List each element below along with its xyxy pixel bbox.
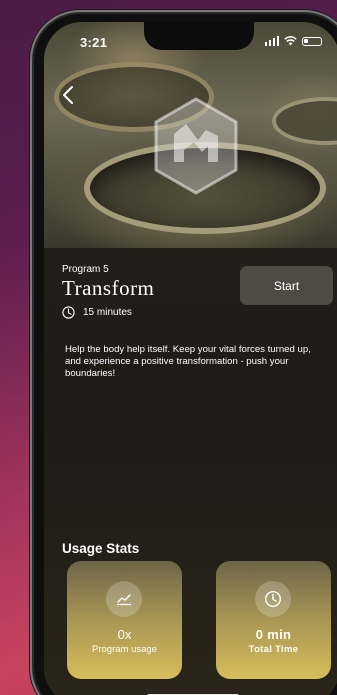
clock-icon: [255, 581, 291, 617]
total-time-label: Total Time: [248, 644, 299, 655]
battery-icon: [302, 36, 322, 46]
program-usage-card: 0x Program usage: [67, 561, 182, 679]
trend-chart-icon: [106, 581, 142, 617]
phone-frame: 3:21 Program 5 Transform 15 minutes Star…: [34, 14, 337, 695]
duration-text: 15 minutes: [83, 307, 132, 318]
clock-icon: [62, 306, 75, 319]
program-description: Help the body help itself. Keep your vit…: [65, 344, 311, 379]
program-title: Transform: [62, 276, 155, 300]
status-time: 3:21: [80, 35, 108, 50]
back-button[interactable]: [58, 84, 80, 106]
status-icons: [264, 36, 322, 46]
total-time-card: 0 min Total Time: [216, 561, 331, 679]
cellular-signal-icon: [264, 36, 279, 46]
status-bar: 3:21: [44, 22, 337, 62]
program-usage-value: 0x: [117, 627, 132, 642]
usage-stats-heading: Usage Stats: [62, 541, 140, 556]
wifi-icon: [284, 36, 297, 46]
singing-bowl-right: [272, 97, 337, 145]
total-time-value: 0 min: [255, 627, 292, 642]
start-button[interactable]: Start: [240, 266, 333, 305]
notch: [144, 22, 254, 50]
program-number: Program 5: [62, 264, 109, 275]
brand-logo-icon: [154, 97, 238, 195]
program-usage-label: Program usage: [92, 644, 157, 655]
duration-row: 15 minutes: [62, 306, 132, 319]
app-screen: 3:21 Program 5 Transform 15 minutes Star…: [44, 22, 337, 695]
